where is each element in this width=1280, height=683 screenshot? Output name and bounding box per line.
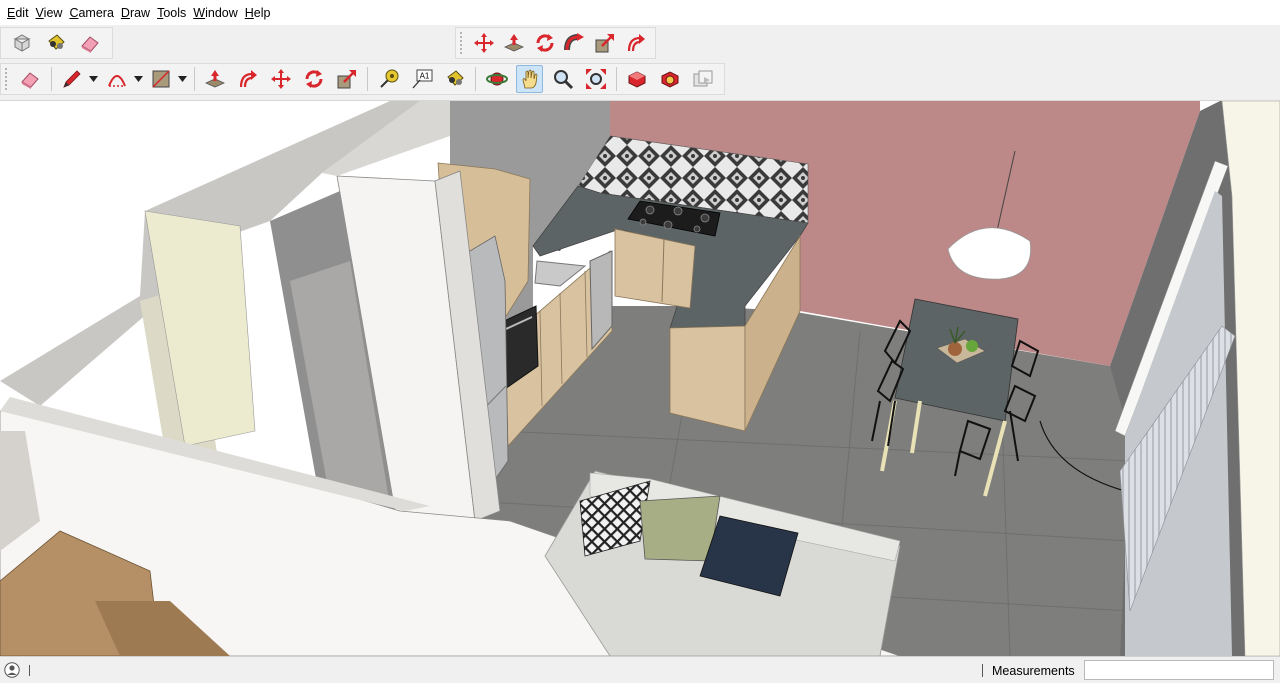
menu-window[interactable]: Window	[193, 6, 237, 20]
zoom-icon[interactable]	[549, 65, 576, 93]
pan-icon[interactable]	[516, 65, 544, 93]
text-tool-label: A1	[419, 72, 429, 81]
status-divider	[982, 664, 983, 677]
toolbar-row2: A1	[0, 63, 725, 95]
text-tool-icon[interactable]: A1	[408, 65, 435, 93]
eraser-icon[interactable]	[76, 29, 104, 57]
eraser-icon[interactable]	[17, 65, 44, 93]
chevron-down-icon[interactable]	[89, 66, 99, 92]
orbit-icon[interactable]	[483, 65, 510, 93]
move-icon[interactable]	[472, 29, 496, 57]
scale-icon[interactable]	[333, 65, 360, 93]
tape-measure-icon[interactable]	[375, 65, 402, 93]
toolbar-area: A1	[0, 25, 1280, 101]
make-component-icon[interactable]	[8, 29, 36, 57]
rotate-icon[interactable]	[300, 65, 327, 93]
pencil-icon[interactable]	[59, 65, 86, 93]
measurements-label: Measurements	[992, 664, 1075, 678]
toolbar-separator	[50, 67, 52, 91]
rotate-icon[interactable]	[532, 29, 556, 57]
toolbar-grip[interactable]	[460, 32, 465, 54]
menu-draw[interactable]: Draw	[121, 6, 150, 20]
chevron-down-icon[interactable]	[133, 66, 143, 92]
offset-icon[interactable]	[234, 65, 261, 93]
scale-icon[interactable]	[593, 29, 617, 57]
layout-send-icon[interactable]	[690, 65, 717, 93]
toolbar-separator	[475, 67, 477, 91]
arc-icon[interactable]	[103, 65, 130, 93]
toolbar-separator	[616, 67, 617, 91]
menu-edit[interactable]: Edit	[7, 6, 29, 20]
push-pull-icon[interactable]	[201, 65, 228, 93]
toolbar-grip[interactable]	[5, 68, 10, 90]
move-icon[interactable]	[267, 65, 294, 93]
toolbar-row1-right	[455, 27, 656, 59]
chevron-down-icon[interactable]	[178, 66, 188, 92]
model-scene[interactable]	[0, 101, 1280, 656]
menu-tools[interactable]: Tools	[157, 6, 186, 20]
status-divider	[29, 665, 30, 676]
measurements-input[interactable]	[1084, 660, 1274, 680]
toolbar-separator	[193, 67, 195, 91]
menu-bar: Edit View Camera Draw Tools Window Help	[0, 0, 1280, 25]
menu-help[interactable]: Help	[245, 6, 271, 20]
model-viewport[interactable]	[0, 101, 1280, 656]
menu-camera[interactable]: Camera	[69, 6, 113, 20]
zoom-extents-icon[interactable]	[582, 65, 609, 93]
paint-bucket-icon[interactable]	[42, 29, 70, 57]
paint-bucket-icon[interactable]	[441, 65, 468, 93]
3d-warehouse-icon[interactable]	[624, 65, 651, 93]
extension-warehouse-icon[interactable]	[657, 65, 684, 93]
menu-view[interactable]: View	[36, 6, 63, 20]
toolbar-row1-left	[0, 27, 113, 59]
toolbar-separator	[367, 67, 369, 91]
island-front	[669, 325, 746, 432]
follow-me-icon[interactable]	[563, 29, 587, 57]
rectangle-icon[interactable]	[148, 65, 175, 93]
user-account-icon[interactable]	[4, 662, 20, 678]
offset-icon[interactable]	[624, 29, 648, 57]
push-pull-icon[interactable]	[502, 29, 526, 57]
status-bar: Measurements	[0, 656, 1280, 683]
